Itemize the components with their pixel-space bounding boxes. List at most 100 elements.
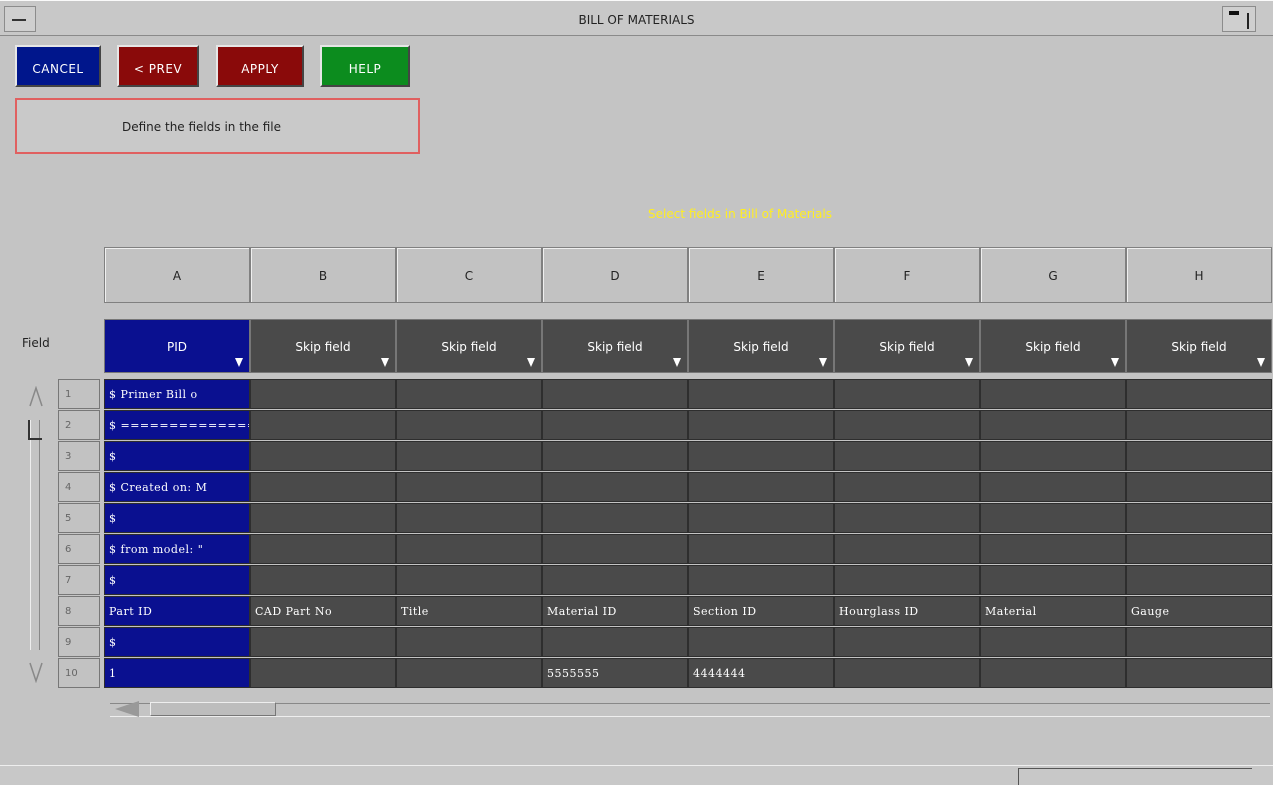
grid-cell[interactable] bbox=[1126, 658, 1272, 688]
column-header[interactable]: H bbox=[1126, 247, 1272, 303]
field-select[interactable]: Skip field bbox=[396, 319, 542, 373]
grid-cell[interactable]: Title bbox=[396, 596, 542, 626]
grid-cell[interactable] bbox=[980, 534, 1126, 564]
grid-cell[interactable] bbox=[688, 627, 834, 657]
grid-cell[interactable] bbox=[250, 565, 396, 595]
field-select[interactable]: Skip field bbox=[688, 319, 834, 373]
column-header[interactable]: G bbox=[980, 247, 1126, 303]
grid-cell[interactable] bbox=[542, 565, 688, 595]
grid-cell[interactable] bbox=[834, 534, 980, 564]
grid-cell[interactable] bbox=[834, 441, 980, 471]
grid-cell[interactable] bbox=[980, 441, 1126, 471]
column-header[interactable]: E bbox=[688, 247, 834, 303]
grid-cell[interactable] bbox=[250, 379, 396, 409]
grid-cell[interactable] bbox=[250, 534, 396, 564]
grid-cell[interactable] bbox=[980, 472, 1126, 502]
grid-cell[interactable]: Section ID bbox=[688, 596, 834, 626]
column-header[interactable]: A bbox=[104, 247, 250, 303]
grid-cell[interactable] bbox=[396, 565, 542, 595]
grid-cell[interactable] bbox=[688, 472, 834, 502]
grid-cell[interactable]: $ Created on: M bbox=[104, 472, 250, 502]
grid-cell[interactable] bbox=[688, 503, 834, 533]
grid-cell[interactable] bbox=[980, 379, 1126, 409]
grid-cell[interactable] bbox=[980, 503, 1126, 533]
field-select[interactable]: Skip field bbox=[250, 319, 396, 373]
vertical-scrollbar[interactable] bbox=[30, 420, 40, 650]
grid-cell[interactable]: 5555555 bbox=[542, 658, 688, 688]
grid-cell[interactable]: $ bbox=[104, 441, 250, 471]
grid-cell[interactable] bbox=[250, 627, 396, 657]
help-button[interactable]: HELP bbox=[320, 45, 410, 87]
grid-cell[interactable] bbox=[834, 658, 980, 688]
grid-cell[interactable] bbox=[542, 472, 688, 502]
grid-cell[interactable] bbox=[1126, 472, 1272, 502]
grid-cell[interactable] bbox=[542, 503, 688, 533]
grid-cell[interactable] bbox=[250, 441, 396, 471]
grid-cell[interactable] bbox=[250, 503, 396, 533]
prev-button[interactable]: < PREV bbox=[117, 45, 199, 87]
grid-cell[interactable] bbox=[1126, 379, 1272, 409]
grid-cell[interactable] bbox=[542, 441, 688, 471]
grid-cell[interactable] bbox=[542, 379, 688, 409]
grid-cell[interactable] bbox=[834, 379, 980, 409]
grid-cell[interactable] bbox=[396, 379, 542, 409]
grid-cell[interactable]: CAD Part No bbox=[250, 596, 396, 626]
grid-cell[interactable]: Part ID bbox=[104, 596, 250, 626]
grid-cell[interactable] bbox=[834, 472, 980, 502]
grid-cell[interactable]: 1 bbox=[104, 658, 250, 688]
vertical-scroll-thumb[interactable] bbox=[28, 420, 42, 440]
grid-cell[interactable] bbox=[834, 410, 980, 440]
grid-cell[interactable] bbox=[396, 503, 542, 533]
grid-cell[interactable] bbox=[688, 379, 834, 409]
grid-cell[interactable] bbox=[688, 534, 834, 564]
grid-cell[interactable] bbox=[834, 565, 980, 595]
grid-cell[interactable] bbox=[980, 658, 1126, 688]
window-minimize-button[interactable] bbox=[1222, 6, 1256, 32]
grid-cell[interactable] bbox=[250, 658, 396, 688]
grid-cell[interactable] bbox=[1126, 565, 1272, 595]
cancel-button[interactable]: CANCEL bbox=[15, 45, 101, 87]
grid-cell[interactable] bbox=[688, 410, 834, 440]
field-select[interactable]: Skip field bbox=[1126, 319, 1272, 373]
grid-cell[interactable] bbox=[1126, 441, 1272, 471]
grid-cell[interactable] bbox=[396, 627, 542, 657]
grid-cell[interactable] bbox=[396, 410, 542, 440]
horizontal-scrollbar[interactable] bbox=[110, 703, 1270, 717]
grid-cell[interactable]: $ ============== bbox=[104, 410, 250, 440]
grid-cell[interactable] bbox=[1126, 627, 1272, 657]
horizontal-scroll-thumb[interactable] bbox=[150, 702, 276, 716]
grid-cell[interactable] bbox=[1126, 410, 1272, 440]
grid-cell[interactable] bbox=[834, 627, 980, 657]
grid-cell[interactable] bbox=[542, 627, 688, 657]
grid-cell[interactable] bbox=[980, 410, 1126, 440]
grid-cell[interactable]: Hourglass ID bbox=[834, 596, 980, 626]
grid-cell[interactable] bbox=[250, 472, 396, 502]
scroll-down-icon[interactable] bbox=[28, 661, 44, 683]
column-header[interactable]: D bbox=[542, 247, 688, 303]
grid-cell[interactable] bbox=[396, 472, 542, 502]
grid-cell[interactable] bbox=[1126, 503, 1272, 533]
grid-cell[interactable] bbox=[542, 410, 688, 440]
field-select[interactable]: PID bbox=[104, 319, 250, 373]
field-select[interactable]: Skip field bbox=[980, 319, 1126, 373]
grid-cell[interactable] bbox=[396, 441, 542, 471]
grid-cell[interactable] bbox=[980, 565, 1126, 595]
grid-cell[interactable]: $ bbox=[104, 627, 250, 657]
grid-cell[interactable] bbox=[980, 627, 1126, 657]
grid-cell[interactable] bbox=[688, 565, 834, 595]
grid-cell[interactable] bbox=[688, 441, 834, 471]
grid-cell[interactable] bbox=[250, 410, 396, 440]
column-header[interactable]: F bbox=[834, 247, 980, 303]
grid-cell[interactable] bbox=[396, 534, 542, 564]
grid-cell[interactable]: 4444444 bbox=[688, 658, 834, 688]
column-header[interactable]: C bbox=[396, 247, 542, 303]
grid-cell[interactable]: Material bbox=[980, 596, 1126, 626]
grid-cell[interactable]: Gauge bbox=[1126, 596, 1272, 626]
window-menu-button[interactable] bbox=[4, 6, 36, 32]
grid-cell[interactable]: $ bbox=[104, 565, 250, 595]
grid-cell[interactable]: Material ID bbox=[542, 596, 688, 626]
grid-cell[interactable]: $ Primer Bill o bbox=[104, 379, 250, 409]
apply-button[interactable]: APPLY bbox=[216, 45, 304, 87]
field-select[interactable]: Skip field bbox=[542, 319, 688, 373]
scroll-left-icon[interactable] bbox=[115, 701, 139, 717]
